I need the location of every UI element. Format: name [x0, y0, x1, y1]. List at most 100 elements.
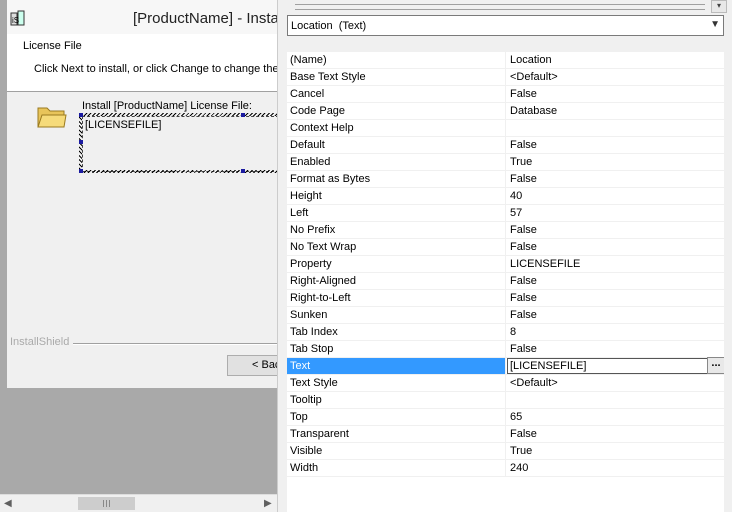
property-name[interactable]: Cancel: [287, 86, 506, 102]
property-value[interactable]: False: [507, 307, 724, 323]
resize-handle[interactable]: [79, 169, 83, 173]
property-name[interactable]: Format as Bytes: [287, 171, 506, 187]
property-name[interactable]: Default: [287, 137, 506, 153]
property-value[interactable]: <Default>: [507, 69, 724, 85]
property-row[interactable]: Context Help: [287, 120, 724, 137]
property-name[interactable]: Property: [287, 256, 506, 272]
property-value[interactable]: False: [507, 273, 724, 289]
scroll-left-icon[interactable]: ◀: [4, 498, 12, 509]
property-value[interactable]: 240: [507, 460, 724, 476]
property-name[interactable]: Sunken: [287, 307, 506, 323]
property-name[interactable]: (Name): [287, 52, 506, 68]
property-name[interactable]: Left: [287, 205, 506, 221]
grip-lines: [295, 4, 705, 10]
property-row[interactable]: Tooltip: [287, 392, 724, 409]
property-row[interactable]: Property LICENSEFILE: [287, 256, 724, 273]
property-row[interactable]: Default False: [287, 137, 724, 154]
resize-handle[interactable]: [79, 140, 83, 144]
property-name[interactable]: Base Text Style: [287, 69, 506, 85]
installshield-app-icon: iS: [10, 10, 25, 26]
property-row[interactable]: Transparent False: [287, 426, 724, 443]
property-name[interactable]: Tooltip: [287, 392, 506, 408]
property-row[interactable]: Tab Stop False: [287, 341, 724, 358]
license-file-text: [LICENSEFILE]: [85, 119, 162, 131]
property-name[interactable]: Tab Stop: [287, 341, 506, 357]
property-name[interactable]: Text Style: [287, 375, 506, 391]
header-description: Click Next to install, or click Change t…: [34, 63, 277, 75]
property-row[interactable]: Top 65: [287, 409, 724, 426]
property-name[interactable]: Right-Aligned: [287, 273, 506, 289]
property-name[interactable]: Tab Index: [287, 324, 506, 340]
property-grid-scrollbar[interactable]: [724, 15, 732, 512]
property-row[interactable]: Text Style <Default>: [287, 375, 724, 392]
property-value[interactable]: [507, 120, 724, 136]
property-value[interactable]: False: [507, 137, 724, 153]
property-row[interactable]: Base Text Style <Default>: [287, 69, 724, 86]
license-file-field[interactable]: [LICENSEFILE]: [82, 116, 277, 172]
resize-handle[interactable]: [79, 113, 83, 117]
property-name[interactable]: Height: [287, 188, 506, 204]
property-value[interactable]: 57: [507, 205, 724, 221]
property-value[interactable]: False: [507, 171, 724, 187]
property-name[interactable]: Transparent: [287, 426, 506, 442]
property-row[interactable]: No Text Wrap False: [287, 239, 724, 256]
property-row[interactable]: Left 57: [287, 205, 724, 222]
property-value[interactable]: [507, 392, 724, 408]
property-name[interactable]: Text: [287, 358, 506, 374]
property-row[interactable]: Format as Bytes False: [287, 171, 724, 188]
property-row[interactable]: Cancel False: [287, 86, 724, 103]
back-button[interactable]: < Bac: [227, 355, 277, 376]
property-row[interactable]: Right-to-Left False: [287, 290, 724, 307]
property-value[interactable]: True: [507, 443, 724, 459]
ellipsis-button[interactable]: ...: [707, 357, 725, 374]
property-row[interactable]: Enabled True: [287, 154, 724, 171]
property-row[interactable]: Tab Index 8: [287, 324, 724, 341]
property-name[interactable]: No Text Wrap: [287, 239, 506, 255]
property-value[interactable]: False: [507, 426, 724, 442]
property-row[interactable]: Sunken False: [287, 307, 724, 324]
property-value[interactable]: <Default>: [507, 375, 724, 391]
property-value[interactable]: 65: [507, 409, 724, 425]
svg-text:iS: iS: [12, 16, 19, 25]
property-row[interactable]: No Prefix False: [287, 222, 724, 239]
property-value[interactable]: LICENSEFILE: [507, 256, 724, 272]
property-value[interactable]: False: [507, 239, 724, 255]
property-value[interactable]: 40: [507, 188, 724, 204]
dialog-titlebar: iS [ProductName] - Insta: [7, 0, 277, 34]
property-value[interactable]: 8: [507, 324, 724, 340]
object-selector[interactable]: Location (Text) ▼: [287, 15, 724, 36]
property-name[interactable]: Code Page: [287, 103, 506, 119]
property-value[interactable]: False: [507, 290, 724, 306]
scroll-right-icon[interactable]: ▶: [264, 498, 272, 509]
property-value[interactable]: False: [507, 222, 724, 238]
property-row[interactable]: Text [LICENSEFILE]...: [287, 357, 725, 375]
property-name[interactable]: Top: [287, 409, 506, 425]
chevron-down-icon[interactable]: ▼: [710, 19, 720, 30]
property-row[interactable]: Code Page Database: [287, 103, 724, 120]
property-row[interactable]: Width 240: [287, 460, 724, 477]
property-value[interactable]: [LICENSEFILE]: [507, 358, 724, 374]
property-name[interactable]: Visible: [287, 443, 506, 459]
property-value[interactable]: True: [507, 154, 724, 170]
property-value[interactable]: Location: [507, 52, 724, 68]
property-name[interactable]: Enabled: [287, 154, 506, 170]
property-row[interactable]: Height 40: [287, 188, 724, 205]
property-name[interactable]: Context Help: [287, 120, 506, 136]
property-name[interactable]: Width: [287, 460, 506, 476]
chevron-down-small-icon[interactable]: ▾: [711, 0, 727, 13]
property-name[interactable]: Right-to-Left: [287, 290, 506, 306]
property-row[interactable]: Right-Aligned False: [287, 273, 724, 290]
property-row[interactable]: (Name) Location: [287, 52, 724, 69]
property-value[interactable]: False: [507, 341, 724, 357]
scroll-grip-icon: [103, 500, 110, 507]
resize-handle[interactable]: [241, 113, 245, 117]
property-name[interactable]: No Prefix: [287, 222, 506, 238]
horizontal-scrollbar[interactable]: ◀ ▶: [0, 494, 277, 512]
folder-icon: [37, 107, 67, 128]
dialog-title: [ProductName] - Insta: [133, 10, 277, 27]
property-row[interactable]: Visible True: [287, 443, 724, 460]
properties-pane: ▾ Location (Text) ▼ (Name) Location Base T…: [287, 0, 732, 512]
property-value[interactable]: Database: [507, 103, 724, 119]
resize-handle[interactable]: [241, 169, 245, 173]
property-value[interactable]: False: [507, 86, 724, 102]
